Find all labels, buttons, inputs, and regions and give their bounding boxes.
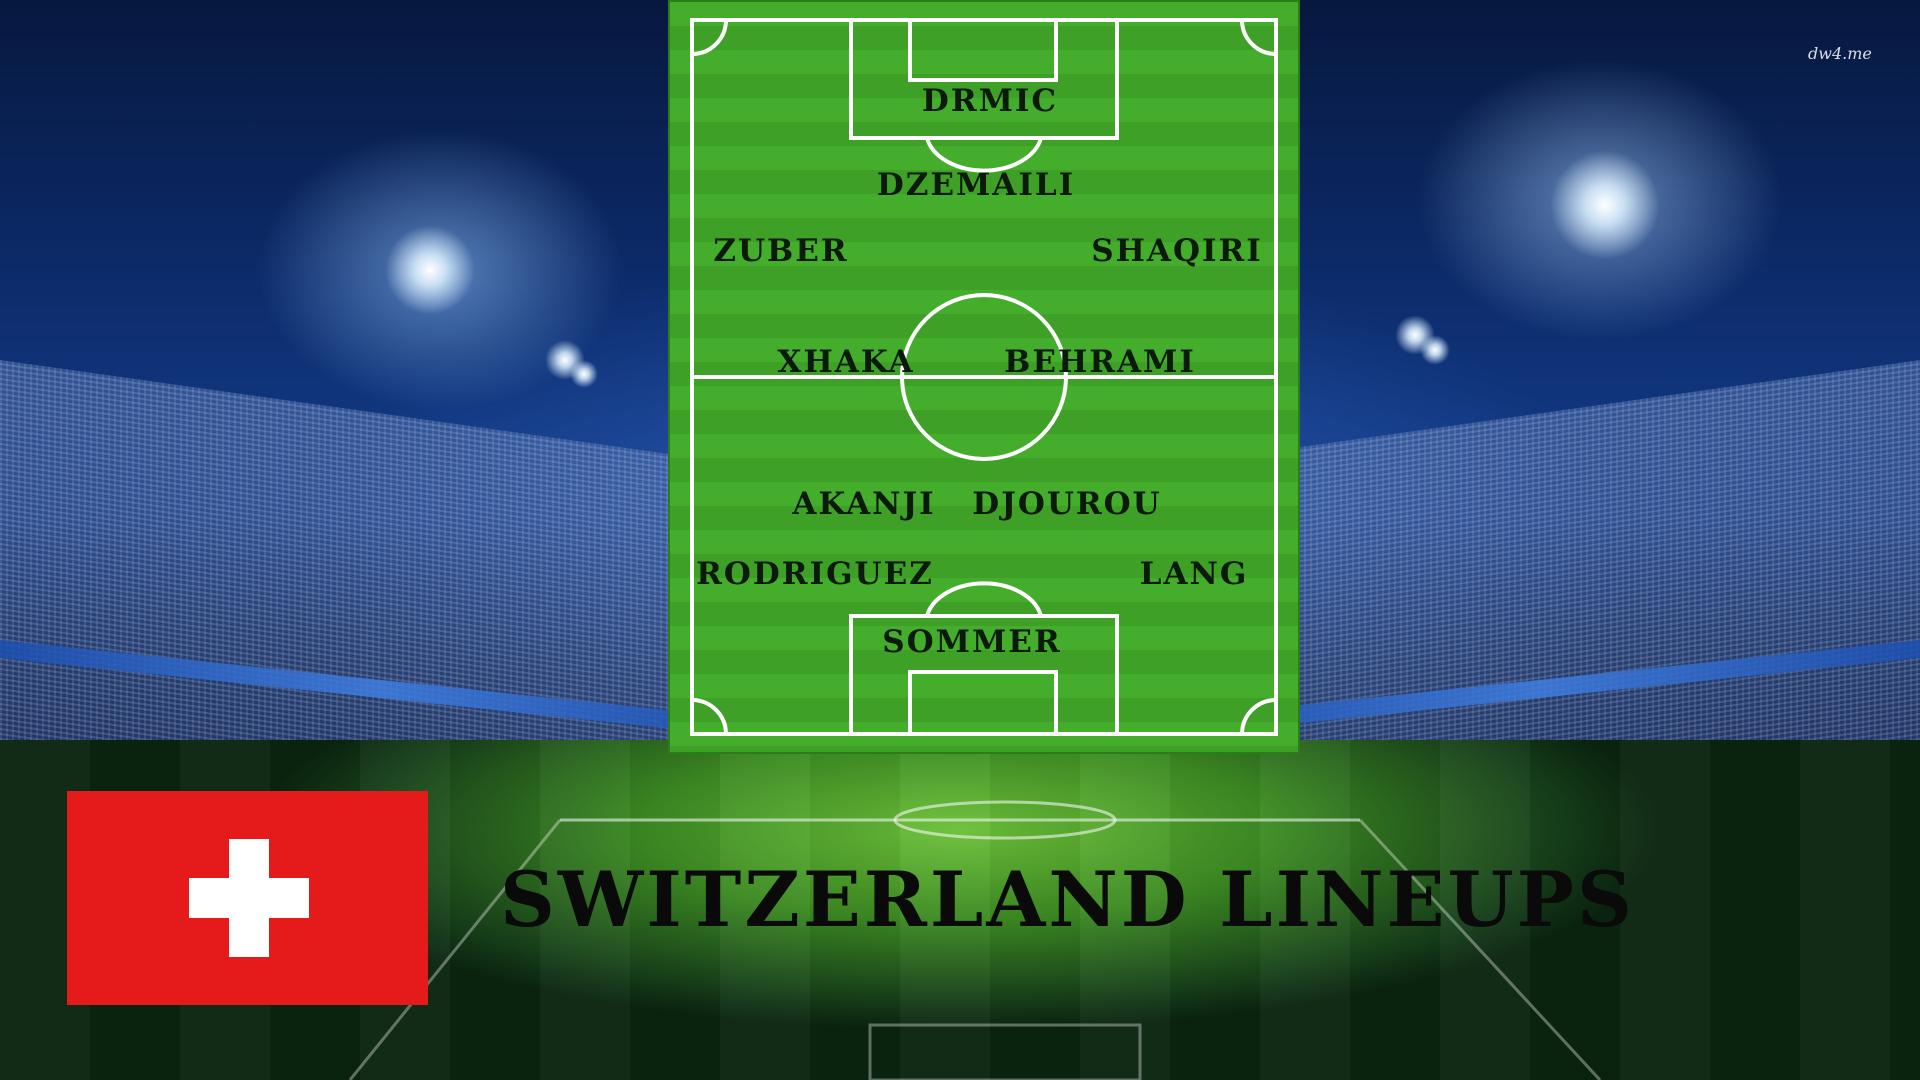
formation-pitch: DRMIC DZEMAILI ZUBER SHAQIRI XHAKA BEHRA… xyxy=(670,2,1298,752)
flag-cross-horizontal xyxy=(189,878,309,918)
player-name: SOMMER xyxy=(882,624,1062,660)
floodlight-left-3 xyxy=(570,360,598,388)
watermark: dw4.me xyxy=(1808,44,1872,63)
player-name: RODRIGUEZ xyxy=(696,556,934,592)
switzerland-flag-icon xyxy=(67,791,428,1005)
player-name: DZEMAILI xyxy=(876,167,1076,203)
player-name: XHAKA xyxy=(777,344,915,380)
player-name: DJOUROU xyxy=(972,486,1162,522)
player-name: BEHRAMI xyxy=(1004,344,1196,380)
floodlight-left-1 xyxy=(385,225,475,315)
player-name: DRMIC xyxy=(921,83,1059,119)
player-name: SHAQIRI xyxy=(1091,233,1263,269)
floodlight-right-1 xyxy=(1550,150,1660,260)
player-name: LANG xyxy=(1139,556,1249,592)
player-name: ZUBER xyxy=(713,233,849,269)
page-title: SWITZERLAND LINEUPS xyxy=(500,855,1635,944)
floodlight-right-3 xyxy=(1420,335,1450,365)
player-name: AKANJI xyxy=(792,486,936,522)
stadium-scene: DRMIC DZEMAILI ZUBER SHAQIRI XHAKA BEHRA… xyxy=(0,0,1920,1080)
